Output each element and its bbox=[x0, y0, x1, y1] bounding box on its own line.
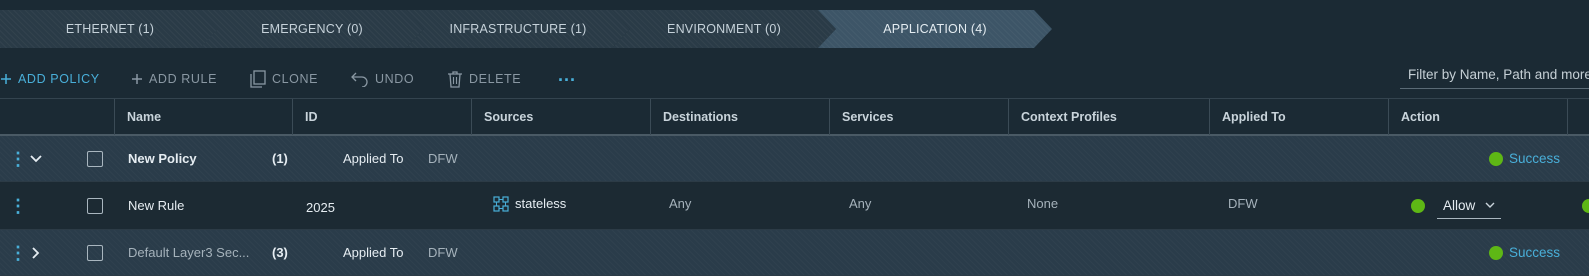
column-label: Sources bbox=[484, 110, 534, 124]
group-icon bbox=[493, 195, 509, 212]
column-header-context-profiles[interactable]: Context Profiles bbox=[1008, 99, 1209, 135]
undo-button[interactable]: UNDO bbox=[351, 64, 414, 94]
undo-label: UNDO bbox=[375, 72, 415, 86]
applied-to-value[interactable]: DFW bbox=[428, 136, 458, 181]
tab-ethernet[interactable]: ETHERNET (1) bbox=[0, 10, 220, 48]
row-checkbox[interactable] bbox=[87, 244, 103, 261]
column-label: Context Profiles bbox=[1021, 110, 1117, 124]
column-label: Services bbox=[842, 110, 894, 124]
add-policy-button[interactable]: ADD POLICY bbox=[0, 64, 100, 94]
status-text: Success bbox=[1509, 151, 1561, 166]
success-icon bbox=[1489, 245, 1503, 260]
add-policy-label: ADD POLICY bbox=[18, 72, 100, 86]
clone-button[interactable]: CLONE bbox=[250, 64, 318, 94]
policy-row[interactable]: ⋮ New Policy (1) Applied To DFW Success bbox=[0, 136, 1589, 182]
column-header-applied-to[interactable]: Applied To bbox=[1209, 99, 1388, 135]
applied-to-label: Applied To bbox=[343, 151, 404, 166]
grid-header: Name ID Sources Destinations Services Co… bbox=[0, 98, 1589, 136]
column-header-action[interactable]: Action bbox=[1388, 99, 1567, 135]
row-menu-icon[interactable]: ⋮ bbox=[9, 244, 27, 262]
rule-source[interactable]: stateless bbox=[493, 182, 566, 229]
policy-row[interactable]: ⋮ Default Layer3 Sec... (3) Applied To D… bbox=[0, 230, 1589, 276]
policy-name: New Policy bbox=[128, 151, 197, 166]
chevron-right-icon[interactable] bbox=[31, 246, 41, 260]
tab-emergency[interactable]: EMERGENCY (0) bbox=[200, 10, 424, 48]
applied-to-value[interactable]: DFW bbox=[428, 230, 458, 275]
more-actions-button[interactable]: ... bbox=[558, 60, 576, 90]
column-header-overflow bbox=[1567, 99, 1589, 135]
rule-id: 2025 bbox=[306, 200, 335, 215]
tab-infrastructure[interactable]: INFRASTRUCTURE (1) bbox=[406, 10, 630, 48]
rule-destination[interactable]: Any bbox=[669, 182, 691, 229]
filter-input[interactable] bbox=[1400, 61, 1589, 89]
delete-label: DELETE bbox=[469, 72, 522, 86]
rule-context-profile[interactable]: None bbox=[1027, 182, 1058, 229]
status-text: Success bbox=[1509, 245, 1561, 260]
column-header-name[interactable]: Name bbox=[114, 99, 292, 135]
rule-status-dot bbox=[1582, 198, 1589, 213]
tab-label: ENVIRONMENT (0) bbox=[667, 22, 781, 36]
policy-name: Default Layer3 Sec... bbox=[128, 245, 250, 260]
tab-label: EMERGENCY (0) bbox=[261, 22, 363, 36]
rule-applied-to[interactable]: DFW bbox=[1228, 182, 1258, 229]
clone-label: CLONE bbox=[272, 72, 319, 86]
column-label: Destinations bbox=[663, 110, 739, 124]
add-rule-label: ADD RULE bbox=[149, 72, 218, 86]
row-checkbox[interactable] bbox=[87, 197, 103, 214]
more-icon: ... bbox=[558, 64, 577, 85]
tab-environment[interactable]: ENVIRONMENT (0) bbox=[612, 10, 836, 48]
rule-enabled-toggle[interactable] bbox=[1411, 198, 1425, 213]
column-label: Applied To bbox=[1222, 110, 1286, 124]
source-label: stateless bbox=[515, 196, 567, 211]
status-badge: Success bbox=[1489, 151, 1560, 166]
rule-service[interactable]: Any bbox=[849, 182, 871, 229]
action-value: Allow bbox=[1443, 197, 1476, 213]
tab-application[interactable]: APPLICATION (4) bbox=[818, 10, 1052, 48]
chevron-down-icon[interactable] bbox=[29, 154, 43, 164]
clone-icon bbox=[250, 70, 266, 88]
column-label: ID bbox=[305, 110, 318, 124]
column-header-destinations[interactable]: Destinations bbox=[650, 99, 829, 135]
tab-label: ETHERNET (1) bbox=[65, 22, 155, 36]
toolbar: ADD POLICY ADD RULE CLONE UNDO DELETE ..… bbox=[0, 64, 1589, 94]
policy-rule-count: (3) bbox=[272, 245, 288, 260]
column-label: Action bbox=[1401, 110, 1440, 124]
rule-row[interactable]: ⋮ New Rule 2025 stateless Any Any None D… bbox=[0, 182, 1589, 230]
undo-icon bbox=[351, 71, 369, 87]
trash-icon bbox=[447, 70, 463, 88]
plus-icon bbox=[131, 73, 143, 85]
action-select[interactable]: Allow bbox=[1437, 193, 1502, 219]
column-header-sources[interactable]: Sources bbox=[471, 99, 650, 135]
rules-grid: Name ID Sources Destinations Services Co… bbox=[0, 98, 1589, 276]
category-tabs: ETHERNET (1) EMERGENCY (0) INFRASTRUCTUR… bbox=[0, 10, 1060, 48]
tab-label: APPLICATION (4) bbox=[883, 22, 987, 36]
column-header-services[interactable]: Services bbox=[829, 99, 1008, 135]
delete-button[interactable]: DELETE bbox=[447, 64, 521, 94]
applied-to-label: Applied To bbox=[343, 245, 404, 260]
status-badge: Success bbox=[1489, 245, 1560, 260]
chevron-down-icon bbox=[1485, 202, 1495, 209]
row-checkbox[interactable] bbox=[87, 150, 103, 167]
policy-rule-count: (1) bbox=[272, 151, 288, 166]
plus-icon bbox=[0, 73, 12, 85]
success-icon bbox=[1489, 151, 1503, 166]
row-menu-icon[interactable]: ⋮ bbox=[9, 197, 27, 215]
column-label: Name bbox=[127, 110, 162, 124]
column-header-id[interactable]: ID bbox=[292, 99, 471, 135]
row-menu-icon[interactable]: ⋮ bbox=[9, 150, 27, 168]
rule-name[interactable]: New Rule bbox=[128, 182, 184, 229]
add-rule-button[interactable]: ADD RULE bbox=[131, 64, 217, 94]
tab-label: INFRASTRUCTURE (1) bbox=[449, 22, 587, 36]
